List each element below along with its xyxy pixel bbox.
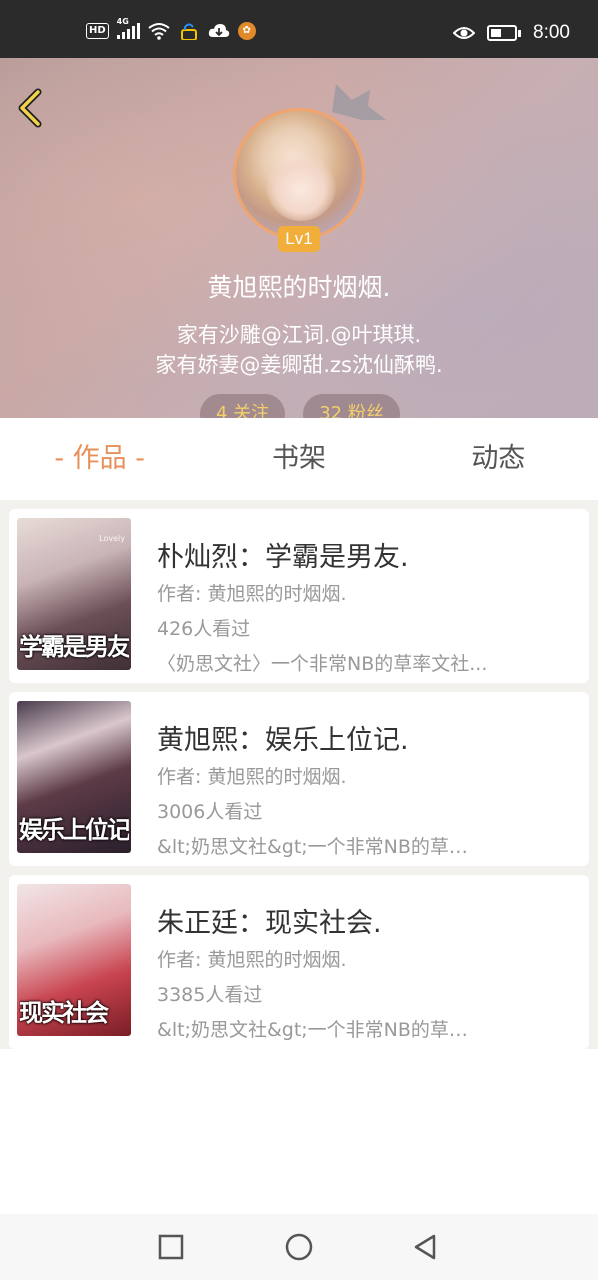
book-cover[interactable]: 现实社会 xyxy=(17,884,131,1036)
work-card[interactable]: 娱乐上位记 黄旭熙：娱乐上位记. 作者: 黄旭熙的时烟烟. 3006人看过 &l… xyxy=(9,692,589,866)
recent-apps-button[interactable] xyxy=(156,1232,186,1262)
back-nav-button[interactable] xyxy=(410,1232,440,1262)
status-right: 8:00 xyxy=(453,22,570,44)
tab-works[interactable]: - 作品 - xyxy=(0,418,199,500)
works-list: Lovely 学霸是男友 朴灿烈：学霸是男友. 作者: 黄旭熙的时烟烟. 426… xyxy=(0,500,598,1049)
wifi-icon xyxy=(148,23,170,40)
work-title: 朴灿烈：学霸是男友. xyxy=(157,542,409,573)
tab-bookshelf[interactable]: 书架 xyxy=(199,418,398,500)
navigation-bar xyxy=(0,1214,598,1280)
network-type-label: 4G xyxy=(116,17,129,26)
avatar-wrap[interactable] xyxy=(233,108,365,240)
work-author: 作者: 黄旭熙的时烟烟. xyxy=(157,766,347,788)
app-badge-icon: ✿ xyxy=(237,22,256,40)
work-title: 朱正廷：现实社会. xyxy=(157,908,382,939)
back-button[interactable] xyxy=(14,86,48,130)
work-description: &lt;奶思文社&gt;一个非常NB的草… xyxy=(157,1019,468,1041)
bio-line-2: 家有娇妻@姜卿甜.zs沈仙酥鸭. xyxy=(155,353,443,377)
avatar[interactable] xyxy=(233,108,365,240)
followers-button[interactable]: 32 粉丝 xyxy=(303,394,400,418)
work-description: 〈奶思文社〉一个非常NB的草率文社... xyxy=(157,653,488,675)
work-author: 作者: 黄旭熙的时烟烟. xyxy=(157,583,347,605)
work-description: &lt;奶思文社&gt;一个非常NB的草… xyxy=(157,836,468,858)
hd-icon: HD xyxy=(86,23,109,39)
cover-title: 学霸是男友 xyxy=(19,633,129,661)
profile-header: Lv1 黄旭熙的时烟烟. 家有沙雕@江词.@叶琪琪. 家有娇妻@姜卿甜.zs沈仙… xyxy=(0,58,598,418)
work-author: 作者: 黄旭熙的时烟烟. xyxy=(157,949,347,971)
following-button[interactable]: 4 关注 xyxy=(200,394,286,418)
status-time: 8:00 xyxy=(533,22,570,43)
tab-bar: - 作品 - 书架 动态 xyxy=(0,418,598,500)
lock-icon xyxy=(180,23,197,40)
cover-title: 娱乐上位记 xyxy=(19,816,129,844)
username: 黄旭熙的时烟烟. xyxy=(207,273,391,302)
level-badge: Lv1 xyxy=(278,226,320,252)
tab-activity[interactable]: 动态 xyxy=(399,418,598,500)
work-views: 3385人看过 xyxy=(157,984,263,1006)
work-card[interactable]: 现实社会 朱正廷：现实社会. 作者: 黄旭熙的时烟烟. 3385人看过 &lt;… xyxy=(9,875,589,1049)
signal-icon: 4G xyxy=(116,17,140,39)
work-views: 3006人看过 xyxy=(157,801,263,823)
work-title: 黄旭熙：娱乐上位记. xyxy=(157,725,409,756)
status-left: HD 4G ✿ xyxy=(86,17,256,40)
work-views: 426人看过 xyxy=(157,618,251,640)
cloud-download-icon xyxy=(208,24,229,37)
work-card[interactable]: Lovely 学霸是男友 朴灿烈：学霸是男友. 作者: 黄旭熙的时烟烟. 426… xyxy=(9,509,589,683)
status-bar: HD 4G ✿ 8:00 xyxy=(0,0,598,58)
bio-line-1: 家有沙雕@江词.@叶琪琪. xyxy=(176,323,422,347)
cover-title: 现实社会 xyxy=(19,999,109,1027)
stats: 4 关注 32 粉丝 xyxy=(200,394,400,418)
book-cover[interactable]: 娱乐上位记 xyxy=(17,701,131,853)
battery-icon xyxy=(487,25,522,41)
book-cover[interactable]: Lovely 学霸是男友 xyxy=(17,518,131,670)
bio: 家有沙雕@江词.@叶琪琪. 家有娇妻@姜卿甜.zs沈仙酥鸭. xyxy=(0,320,598,380)
home-button[interactable] xyxy=(284,1232,314,1262)
eye-icon xyxy=(453,27,476,39)
